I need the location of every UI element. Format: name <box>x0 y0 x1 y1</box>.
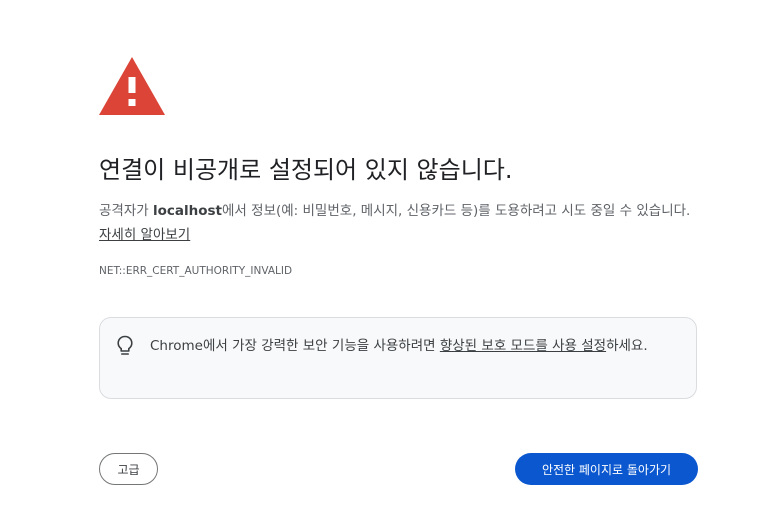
warning-triangle-icon <box>99 57 165 115</box>
lightbulb-icon <box>117 335 133 355</box>
learn-more-link[interactable]: 자세히 알아보기 <box>99 227 190 243</box>
interstitial-page: 연결이 비공개로 설정되어 있지 않습니다. 공격자가 localhost에서 … <box>0 0 764 521</box>
enhanced-protection-tip: Chrome에서 가장 강력한 보안 기능을 사용하려면 향상된 보호 모드를 … <box>99 317 697 399</box>
tip-suffix: 하세요. <box>606 338 648 354</box>
explanation-suffix: 에서 정보(예: 비밀번호, 메시지, 신용카드 등)를 도용하려고 시도 중일… <box>222 203 691 219</box>
host-name: localhost <box>152 203 223 219</box>
error-code: NET::ERR_CERT_AUTHORITY_INVALID <box>99 265 293 277</box>
page-title: 연결이 비공개로 설정되어 있지 않습니다. <box>99 156 513 184</box>
advanced-button[interactable]: 고급 <box>99 453 158 485</box>
enhanced-protection-link[interactable]: 향상된 보호 모드를 사용 설정 <box>440 338 606 354</box>
error-explanation: 공격자가 localhost에서 정보(예: 비밀번호, 메시지, 신용카드 등… <box>99 199 699 247</box>
tip-prefix: Chrome에서 가장 강력한 보안 기능을 사용하려면 <box>150 338 440 354</box>
back-to-safety-button[interactable]: 안전한 페이지로 돌아가기 <box>515 453 698 485</box>
explanation-prefix: 공격자가 <box>99 203 153 219</box>
tip-text: Chrome에서 가장 강력한 보안 기능을 사용하려면 향상된 보호 모드를 … <box>150 334 686 358</box>
